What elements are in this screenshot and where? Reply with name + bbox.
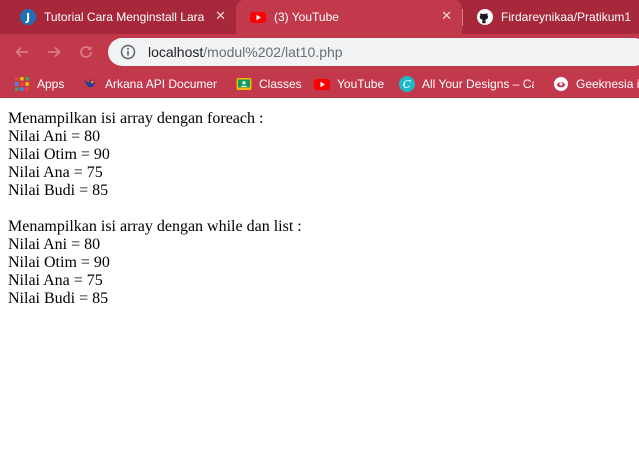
bird-icon xyxy=(82,76,98,92)
foreach-line: Nilai Budi = 85 xyxy=(8,182,109,199)
foreach-line: Nilai Ana = 75 xyxy=(8,164,103,181)
page-content: Menampilkan isi array dengan foreach : N… xyxy=(0,99,639,455)
back-arrow-icon[interactable] xyxy=(12,42,32,62)
geeknesia-icon xyxy=(553,76,569,92)
info-icon[interactable] xyxy=(120,44,136,60)
canva-icon: C xyxy=(399,76,415,92)
forward-arrow-icon[interactable] xyxy=(44,42,64,62)
foreach-line: Nilai Otim = 90 xyxy=(8,146,110,163)
bookmark-label: Classes xyxy=(259,77,302,91)
while-list-line: Nilai Otim = 90 xyxy=(8,254,110,271)
svg-text:J: J xyxy=(25,11,30,24)
bookmark-arkana-api[interactable]: Arkana API Documen xyxy=(82,75,217,93)
close-icon[interactable]: ✕ xyxy=(215,9,226,25)
url-text: localhost/modul%202/lat10.php xyxy=(148,44,343,60)
bookmark-label: Arkana API Documen xyxy=(105,77,217,91)
bookmark-label: Geeknesia is xyxy=(576,77,639,91)
url-host: localhost xyxy=(148,44,204,60)
address-bar[interactable]: localhost/modul%202/lat10.php xyxy=(108,38,639,66)
tab-title: Firdareynikaa/Pratikum1 xyxy=(501,10,632,24)
bookmark-classes[interactable]: Classes xyxy=(236,75,302,93)
reload-icon[interactable] xyxy=(76,42,96,62)
bookmarks-bar: Apps Arkana API Documen Classes YouTube … xyxy=(0,70,639,98)
bookmark-geeknesia[interactable]: Geeknesia is xyxy=(553,75,639,93)
tab-youtube[interactable]: (3) YouTube ✕ xyxy=(236,0,462,34)
tab-title: (3) YouTube xyxy=(274,10,339,24)
bookmark-apps[interactable]: Apps xyxy=(14,75,64,93)
while-list-line: Nilai Ani = 80 xyxy=(8,236,101,253)
github-icon xyxy=(477,9,493,25)
svg-text:C: C xyxy=(403,78,412,91)
while-list-line: Nilai Ana = 75 xyxy=(8,272,103,289)
url-path: /modul%202/lat10.php xyxy=(203,44,343,60)
while-list-heading: Menampilkan isi array dengan while dan l… xyxy=(8,218,302,235)
browser-tab-strip: J Tutorial Cara Menginstall Larav ✕ (3) … xyxy=(0,0,639,34)
close-icon[interactable]: ✕ xyxy=(441,9,452,25)
apps-grid-icon xyxy=(14,76,30,92)
browser-toolbar: localhost/modul%202/lat10.php xyxy=(0,34,639,70)
youtube-icon xyxy=(314,76,330,92)
bookmark-youtube[interactable]: YouTube xyxy=(314,75,384,93)
foreach-line: Nilai Ani = 80 xyxy=(8,128,101,145)
classroom-icon xyxy=(236,76,252,92)
tab-title: Tutorial Cara Menginstall Larav xyxy=(44,10,204,24)
bookmark-canva-designs[interactable]: C All Your Designs – Ca xyxy=(399,75,534,93)
bookmark-label: All Your Designs – Ca xyxy=(422,77,534,91)
youtube-icon xyxy=(250,9,266,25)
bookmark-label: YouTube xyxy=(337,77,385,91)
while-list-line: Nilai Budi = 85 xyxy=(8,290,109,307)
j-badge-icon: J xyxy=(20,9,36,25)
tab-github-pratikum[interactable]: Firdareynikaa/Pratikum1 xyxy=(463,0,639,34)
foreach-heading: Menampilkan isi array dengan foreach : xyxy=(8,110,264,127)
line-break xyxy=(8,200,631,218)
bookmark-label: Apps xyxy=(37,77,65,91)
tab-laravel-tutorial[interactable]: J Tutorial Cara Menginstall Larav ✕ xyxy=(6,0,236,34)
